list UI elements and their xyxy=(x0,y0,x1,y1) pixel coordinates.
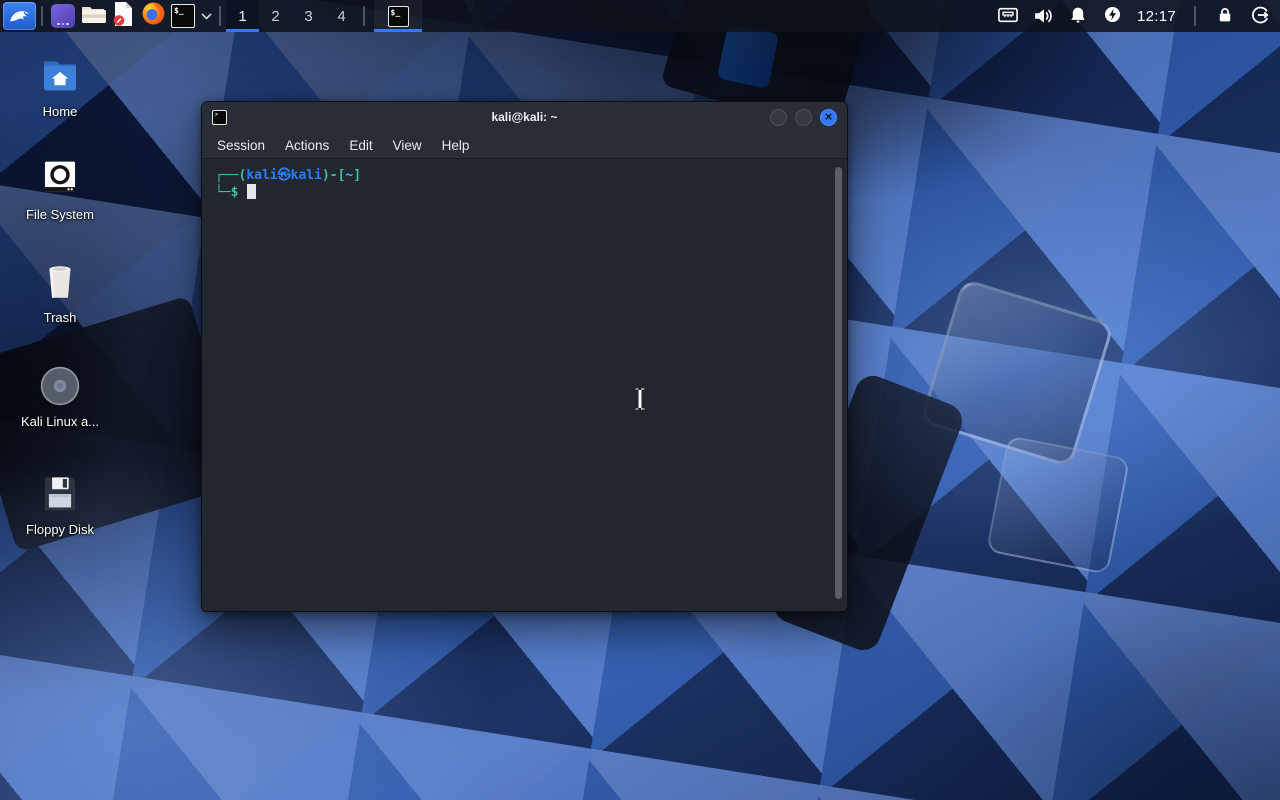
desktop-icon-file-system[interactable]: File System xyxy=(12,157,108,222)
network-tray-button[interactable] xyxy=(997,5,1019,27)
scrollbar-thumb[interactable] xyxy=(835,167,842,599)
workspace-3[interactable]: 3 xyxy=(292,0,325,32)
terminal-scrollbar[interactable] xyxy=(835,167,842,603)
home-folder-icon xyxy=(41,54,79,98)
text-editor-icon xyxy=(111,1,135,32)
minimize-button[interactable] xyxy=(770,108,787,126)
power-manager-icon xyxy=(1103,5,1122,29)
desktop-icon-floppy-disk[interactable]: Floppy Disk xyxy=(12,472,108,537)
firefox-icon xyxy=(141,1,166,31)
terminal-content[interactable]: ┌──(kali㉿kali)-[~] └─$ xyxy=(202,159,847,611)
desktop-icon-label: Trash xyxy=(43,310,77,325)
panel-separator xyxy=(363,6,365,26)
window-controls: × xyxy=(770,108,837,126)
terminal-window: > kali@kali: ~ × Session Actions Edit Vi… xyxy=(201,101,848,612)
desktop-icon-label: Kali Linux a... xyxy=(20,414,100,429)
optical-disc-icon xyxy=(38,364,82,408)
panel-left-group: $_ 1 2 3 4 $_ xyxy=(0,0,422,32)
terminal-launcher-icon: $_ xyxy=(171,4,195,28)
launcher-terminal[interactable]: $_ xyxy=(168,1,198,31)
prompt-line-2: └─$ xyxy=(215,184,833,201)
launcher-dropdown-button[interactable] xyxy=(198,1,214,31)
maximize-button[interactable] xyxy=(795,108,812,126)
workspace-2[interactable]: 2 xyxy=(259,0,292,32)
kali-logo-icon xyxy=(8,2,32,31)
floppy-disk-icon xyxy=(41,472,79,516)
terminal-cursor xyxy=(247,184,257,199)
desktop-icon-trash[interactable]: Trash xyxy=(12,260,108,325)
workspace-label: 3 xyxy=(304,7,313,25)
panel-separator xyxy=(219,6,221,26)
panel-separator xyxy=(1194,6,1196,26)
taskbar-window-button-terminal[interactable]: $_ xyxy=(374,0,422,32)
workspace-label: 2 xyxy=(271,7,280,25)
menu-actions[interactable]: Actions xyxy=(275,138,339,153)
lock-screen-button[interactable] xyxy=(1214,5,1236,27)
desktop-icon-kali-linux[interactable]: Kali Linux a... xyxy=(12,364,108,429)
panel-clock[interactable]: 12:17 xyxy=(1137,8,1176,25)
launcher-text-editor[interactable] xyxy=(108,1,138,31)
trash-icon xyxy=(42,260,78,304)
logout-icon xyxy=(1250,5,1270,30)
terminal-icon: $_ xyxy=(387,5,409,27)
menu-help[interactable]: Help xyxy=(432,138,480,153)
desktop-icon-home[interactable]: Home xyxy=(12,54,108,119)
power-manager-tray-button[interactable] xyxy=(1102,5,1124,27)
top-panel: $_ 1 2 3 4 $_ 12:17 xyxy=(0,0,1280,32)
network-icon xyxy=(997,5,1019,30)
desktop-app-icon xyxy=(51,4,75,28)
desktop-icon-label: File System xyxy=(26,207,94,222)
launcher-file-manager[interactable] xyxy=(78,1,108,31)
menu-session[interactable]: Session xyxy=(207,138,275,153)
window-title: kali@kali: ~ xyxy=(491,110,558,124)
logout-button[interactable] xyxy=(1249,5,1271,27)
workspace-4[interactable]: 4 xyxy=(325,0,358,32)
workspace-label: 1 xyxy=(238,7,247,25)
window-titlebar[interactable]: > kali@kali: ~ × xyxy=(202,102,847,132)
workspace-label: 4 xyxy=(337,7,346,25)
desktop-icon-label: Floppy Disk xyxy=(26,522,94,537)
launcher-firefox[interactable] xyxy=(138,1,168,31)
desktop-icon-label: Home xyxy=(42,104,78,119)
prompt-line-1: ┌──(kali㉿kali)-[~] xyxy=(215,168,362,183)
menu-view[interactable]: View xyxy=(383,138,432,153)
panel-right-group: 12:17 xyxy=(997,0,1280,32)
workspace-1[interactable]: 1 xyxy=(226,0,259,32)
notifications-tray-button[interactable] xyxy=(1067,5,1089,27)
close-button[interactable]: × xyxy=(820,108,837,126)
menu-edit[interactable]: Edit xyxy=(339,138,382,153)
panel-separator xyxy=(41,6,43,26)
launcher-desktop-app[interactable] xyxy=(48,1,78,31)
file-manager-icon xyxy=(80,2,106,31)
hard-drive-icon xyxy=(41,157,79,201)
volume-icon xyxy=(1032,5,1054,32)
terminal-menubar: Session Actions Edit View Help xyxy=(202,132,847,159)
chevron-down-icon xyxy=(200,7,212,25)
lock-icon xyxy=(1216,5,1234,30)
applications-menu-button[interactable] xyxy=(3,2,36,30)
mouse-cursor-ibeam xyxy=(632,386,648,417)
notifications-bell-icon xyxy=(1068,5,1088,31)
volume-tray-button[interactable] xyxy=(1032,5,1054,27)
